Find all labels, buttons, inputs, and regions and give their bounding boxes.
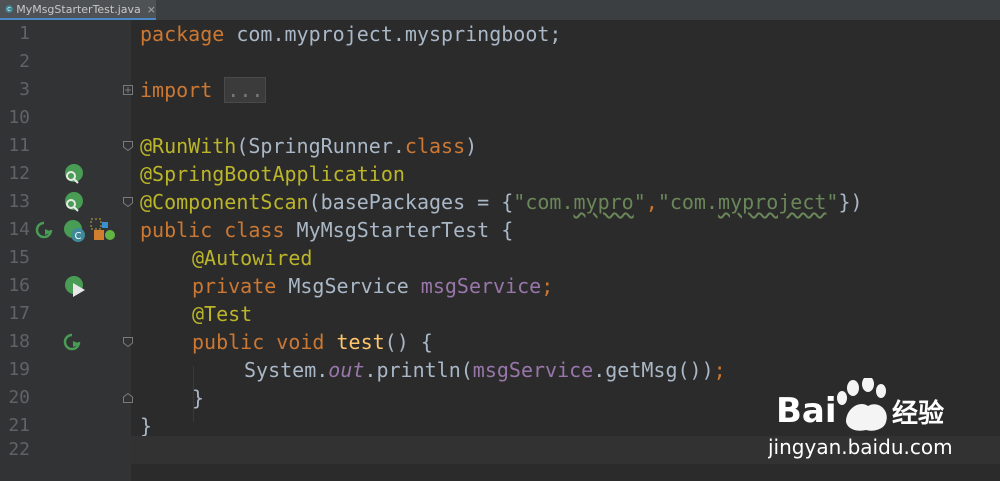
folded-imports[interactable]: ... (224, 77, 267, 103)
code-line: 12 @SpringBootApplication (0, 160, 1000, 188)
line-number: 15 (8, 247, 30, 268)
svg-text:C: C (7, 7, 11, 13)
line-number: 14 (8, 219, 30, 240)
spring-bean-class-icon[interactable]: C (62, 218, 88, 244)
close-tab-icon[interactable]: × (147, 3, 156, 16)
code-line: 1 package com.myproject.myspringboot; (0, 20, 1000, 48)
svg-text:经验: 经验 (892, 398, 944, 429)
fold-start-icon[interactable] (123, 337, 133, 347)
line-number: 2 (19, 51, 30, 72)
code-line: 3 import ... (0, 76, 1000, 104)
line-number: 13 (8, 191, 30, 212)
code-line: 18 public void test() { (0, 328, 1000, 356)
code-line: 17 @Test (0, 300, 1000, 328)
tab-mymsgstartertest[interactable]: C MyMsgStarterTest.java × (0, 0, 156, 20)
code-text: import ... (140, 76, 267, 104)
code-line: 16 private MsgService msgService; (0, 272, 1000, 300)
code-text: package com.myproject.myspringboot; (140, 22, 562, 46)
spring-bean-search-icon[interactable] (62, 190, 86, 214)
svg-text:jingyan.baidu.com: jingyan.baidu.com (768, 435, 953, 459)
code-line: 15 @Autowired (0, 244, 1000, 272)
code-text: @SpringBootApplication (140, 162, 405, 186)
code-line: 13 @ComponentScan(basePackages = {"com.m… (0, 188, 1000, 216)
fold-end-icon[interactable] (123, 393, 133, 403)
baidu-jingyan-watermark: Bai 经验 jingyan.baidu.com (768, 378, 953, 459)
line-number: 11 (8, 135, 30, 156)
line-number: 22 (8, 439, 30, 460)
code-text: @ComponentScan(basePackages = {"com.mypr… (140, 190, 863, 214)
code-text: @Autowired (192, 246, 313, 270)
spring-bean-search-icon[interactable] (62, 162, 86, 186)
fold-start-icon[interactable] (123, 141, 133, 151)
svg-text:Bai: Bai (776, 391, 837, 431)
line-number: 20 (8, 387, 30, 408)
line-number: 3 (19, 79, 30, 100)
line-number: 16 (8, 275, 30, 296)
line-number: 19 (8, 359, 30, 380)
tab-label: MyMsgStarterTest.java (16, 2, 141, 16)
line-number: 10 (8, 107, 30, 128)
code-text: } (192, 386, 205, 410)
run-test-class-icon[interactable] (34, 220, 54, 240)
navigate-autowired-icon[interactable] (62, 274, 88, 298)
code-text: public void test() { (192, 330, 433, 354)
spring-context-icon[interactable] (90, 218, 116, 242)
line-number: 1 (19, 23, 30, 44)
fold-start-icon[interactable] (123, 197, 133, 207)
run-test-method-icon[interactable] (62, 332, 82, 352)
code-text: @RunWith(SpringRunner.class) (140, 134, 478, 158)
code-text: public class MyMsgStarterTest { (140, 218, 514, 242)
code-line: 2 (0, 48, 1000, 76)
code-line: 11 @RunWith(SpringRunner.class) (0, 132, 1000, 160)
code-text: System.out.println(msgService.getMsg()); (244, 358, 726, 382)
line-number: 18 (8, 331, 30, 352)
code-text: private MsgService msgService; (192, 274, 554, 298)
svg-text:C: C (75, 231, 82, 242)
code-line: 14 C public class MyMsgStarterTest { (0, 216, 1000, 244)
editor-tab-bar: C MyMsgStarterTest.java × (0, 0, 1000, 21)
line-number: 17 (8, 303, 30, 324)
expand-fold-icon[interactable] (123, 85, 133, 95)
code-line: 10 (0, 104, 1000, 132)
java-class-icon: C (5, 5, 13, 13)
code-text: @Test (192, 302, 253, 326)
line-number: 12 (8, 163, 30, 184)
